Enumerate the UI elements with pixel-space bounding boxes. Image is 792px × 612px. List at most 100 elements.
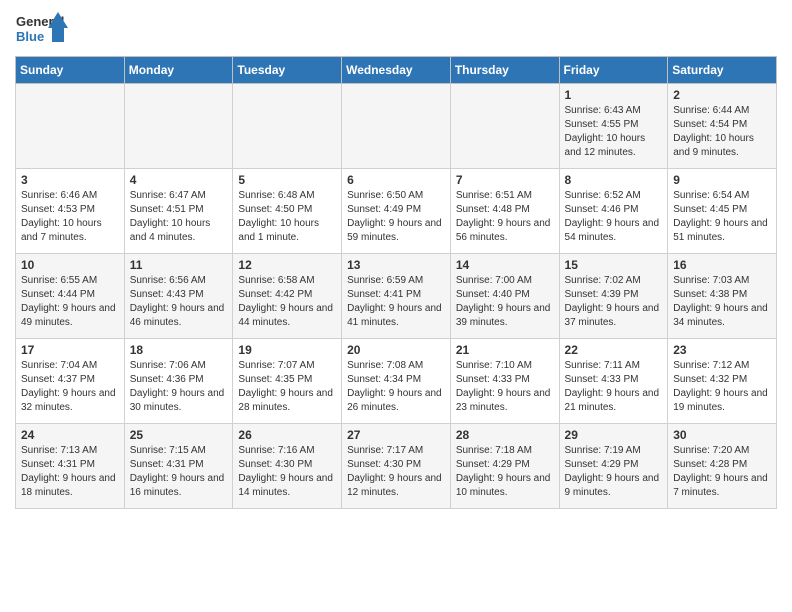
calendar-cell (16, 84, 125, 169)
day-number: 16 (673, 258, 771, 272)
calendar-cell: 14 Sunrise: 7:00 AM Sunset: 4:40 PM Dayli… (450, 254, 559, 339)
day-header-thursday: Thursday (450, 57, 559, 84)
calendar-cell: 29 Sunrise: 7:19 AM Sunset: 4:29 PM Dayli… (559, 424, 668, 509)
calendar-week-4: 17 Sunrise: 7:04 AM Sunset: 4:37 PM Dayli… (16, 339, 777, 424)
calendar-cell: 20 Sunrise: 7:08 AM Sunset: 4:34 PM Dayli… (342, 339, 451, 424)
calendar-cell: 26 Sunrise: 7:16 AM Sunset: 4:30 PM Dayli… (233, 424, 342, 509)
calendar-cell: 23Sunrise: 7:12 AM Sunset: 4:32 PM Dayli… (668, 339, 777, 424)
day-number: 29 (565, 428, 663, 442)
calendar-cell: 5 Sunrise: 6:48 AM Sunset: 4:50 PM Daylig… (233, 169, 342, 254)
day-number: 30 (673, 428, 771, 442)
day-info: Sunrise: 7:13 AM Sunset: 4:31 PM Dayligh… (21, 444, 119, 500)
calendar-cell: 27 Sunrise: 7:17 AM Sunset: 4:30 PM Dayli… (342, 424, 451, 509)
day-header-saturday: Saturday (668, 57, 777, 84)
day-info: Sunrise: 6:47 AM Sunset: 4:51 PM Dayligh… (130, 189, 228, 245)
day-header-friday: Friday (559, 57, 668, 84)
calendar-cell: 25 Sunrise: 7:15 AM Sunset: 4:31 PM Dayli… (124, 424, 233, 509)
day-info: Sunrise: 7:16 AM Sunset: 4:30 PM Dayligh… (238, 444, 336, 500)
calendar-cell (233, 84, 342, 169)
day-info: Sunrise: 7:06 AM Sunset: 4:36 PM Dayligh… (130, 359, 228, 415)
logo-svg: General Blue (15, 10, 70, 52)
calendar-cell (124, 84, 233, 169)
day-info: Sunrise: 6:50 AM Sunset: 4:49 PM Dayligh… (347, 189, 445, 245)
day-info: Sunrise: 7:20 AM Sunset: 4:28 PM Dayligh… (673, 444, 771, 500)
day-number: 6 (347, 173, 445, 187)
day-number: 12 (238, 258, 336, 272)
day-number: 13 (347, 258, 445, 272)
day-number: 23 (673, 343, 771, 357)
calendar-cell: 9 Sunrise: 6:54 AM Sunset: 4:45 PM Daylig… (668, 169, 777, 254)
calendar-cell: 15Sunrise: 7:02 AM Sunset: 4:39 PM Dayli… (559, 254, 668, 339)
day-info: Sunrise: 7:10 AM Sunset: 4:33 PM Dayligh… (456, 359, 554, 415)
calendar-cell: 17 Sunrise: 7:04 AM Sunset: 4:37 PM Dayli… (16, 339, 125, 424)
day-info: Sunrise: 6:46 AM Sunset: 4:53 PM Dayligh… (21, 189, 119, 245)
day-number: 25 (130, 428, 228, 442)
day-info: Sunrise: 7:07 AM Sunset: 4:35 PM Dayligh… (238, 359, 336, 415)
calendar-week-2: 3 Sunrise: 6:46 AM Sunset: 4:53 PM Daylig… (16, 169, 777, 254)
calendar-cell: 8Sunrise: 6:52 AM Sunset: 4:46 PM Daylig… (559, 169, 668, 254)
day-number: 26 (238, 428, 336, 442)
calendar-cell: 19 Sunrise: 7:07 AM Sunset: 4:35 PM Dayli… (233, 339, 342, 424)
day-number: 1 (565, 88, 663, 102)
calendar-cell: 3 Sunrise: 6:46 AM Sunset: 4:53 PM Daylig… (16, 169, 125, 254)
day-number: 9 (673, 173, 771, 187)
calendar-cell: 2 Sunrise: 6:44 AM Sunset: 4:54 PM Daylig… (668, 84, 777, 169)
day-number: 3 (21, 173, 119, 187)
day-number: 7 (456, 173, 554, 187)
day-number: 5 (238, 173, 336, 187)
header: General Blue (15, 10, 777, 52)
calendar-header-row: SundayMondayTuesdayWednesdayThursdayFrid… (16, 57, 777, 84)
day-info: Sunrise: 6:54 AM Sunset: 4:45 PM Dayligh… (673, 189, 771, 245)
day-info: Sunrise: 7:18 AM Sunset: 4:29 PM Dayligh… (456, 444, 554, 500)
day-number: 20 (347, 343, 445, 357)
day-number: 17 (21, 343, 119, 357)
calendar-cell: 30 Sunrise: 7:20 AM Sunset: 4:28 PM Dayli… (668, 424, 777, 509)
day-number: 21 (456, 343, 554, 357)
day-header-tuesday: Tuesday (233, 57, 342, 84)
day-info: Sunrise: 6:55 AM Sunset: 4:44 PM Dayligh… (21, 274, 119, 330)
day-info: Sunrise: 6:52 AM Sunset: 4:46 PM Dayligh… (565, 189, 663, 245)
day-header-wednesday: Wednesday (342, 57, 451, 84)
calendar-cell: 22Sunrise: 7:11 AM Sunset: 4:33 PM Dayli… (559, 339, 668, 424)
calendar-week-1: 1Sunrise: 6:43 AM Sunset: 4:55 PM Daylig… (16, 84, 777, 169)
calendar-cell: 18 Sunrise: 7:06 AM Sunset: 4:36 PM Dayli… (124, 339, 233, 424)
calendar-week-5: 24 Sunrise: 7:13 AM Sunset: 4:31 PM Dayli… (16, 424, 777, 509)
calendar-cell: 12Sunrise: 6:58 AM Sunset: 4:42 PM Dayli… (233, 254, 342, 339)
day-info: Sunrise: 7:04 AM Sunset: 4:37 PM Dayligh… (21, 359, 119, 415)
day-number: 11 (130, 258, 228, 272)
day-number: 28 (456, 428, 554, 442)
day-header-monday: Monday (124, 57, 233, 84)
calendar-cell: 13Sunrise: 6:59 AM Sunset: 4:41 PM Dayli… (342, 254, 451, 339)
day-info: Sunrise: 7:11 AM Sunset: 4:33 PM Dayligh… (565, 359, 663, 415)
day-number: 14 (456, 258, 554, 272)
day-info: Sunrise: 6:48 AM Sunset: 4:50 PM Dayligh… (238, 189, 336, 245)
logo: General Blue (15, 10, 70, 52)
day-number: 24 (21, 428, 119, 442)
day-number: 19 (238, 343, 336, 357)
day-info: Sunrise: 7:19 AM Sunset: 4:29 PM Dayligh… (565, 444, 663, 500)
calendar-cell: 6 Sunrise: 6:50 AM Sunset: 4:49 PM Daylig… (342, 169, 451, 254)
day-number: 18 (130, 343, 228, 357)
calendar-cell (342, 84, 451, 169)
day-number: 10 (21, 258, 119, 272)
day-info: Sunrise: 7:17 AM Sunset: 4:30 PM Dayligh… (347, 444, 445, 500)
day-number: 27 (347, 428, 445, 442)
calendar-cell: 21 Sunrise: 7:10 AM Sunset: 4:33 PM Dayli… (450, 339, 559, 424)
day-info: Sunrise: 7:00 AM Sunset: 4:40 PM Dayligh… (456, 274, 554, 330)
day-info: Sunrise: 6:44 AM Sunset: 4:54 PM Dayligh… (673, 104, 771, 160)
day-info: Sunrise: 6:51 AM Sunset: 4:48 PM Dayligh… (456, 189, 554, 245)
calendar-cell (450, 84, 559, 169)
calendar-cell: 28 Sunrise: 7:18 AM Sunset: 4:29 PM Dayli… (450, 424, 559, 509)
day-info: Sunrise: 7:15 AM Sunset: 4:31 PM Dayligh… (130, 444, 228, 500)
calendar-cell: 11 Sunrise: 6:56 AM Sunset: 4:43 PM Dayli… (124, 254, 233, 339)
calendar-cell: 4Sunrise: 6:47 AM Sunset: 4:51 PM Daylig… (124, 169, 233, 254)
day-number: 15 (565, 258, 663, 272)
svg-text:Blue: Blue (16, 29, 44, 44)
calendar-cell: 1Sunrise: 6:43 AM Sunset: 4:55 PM Daylig… (559, 84, 668, 169)
calendar-cell: 10 Sunrise: 6:55 AM Sunset: 4:44 PM Dayli… (16, 254, 125, 339)
calendar: SundayMondayTuesdayWednesdayThursdayFrid… (15, 56, 777, 509)
day-number: 2 (673, 88, 771, 102)
day-info: Sunrise: 7:08 AM Sunset: 4:34 PM Dayligh… (347, 359, 445, 415)
day-info: Sunrise: 6:56 AM Sunset: 4:43 PM Dayligh… (130, 274, 228, 330)
calendar-cell: 16Sunrise: 7:03 AM Sunset: 4:38 PM Dayli… (668, 254, 777, 339)
